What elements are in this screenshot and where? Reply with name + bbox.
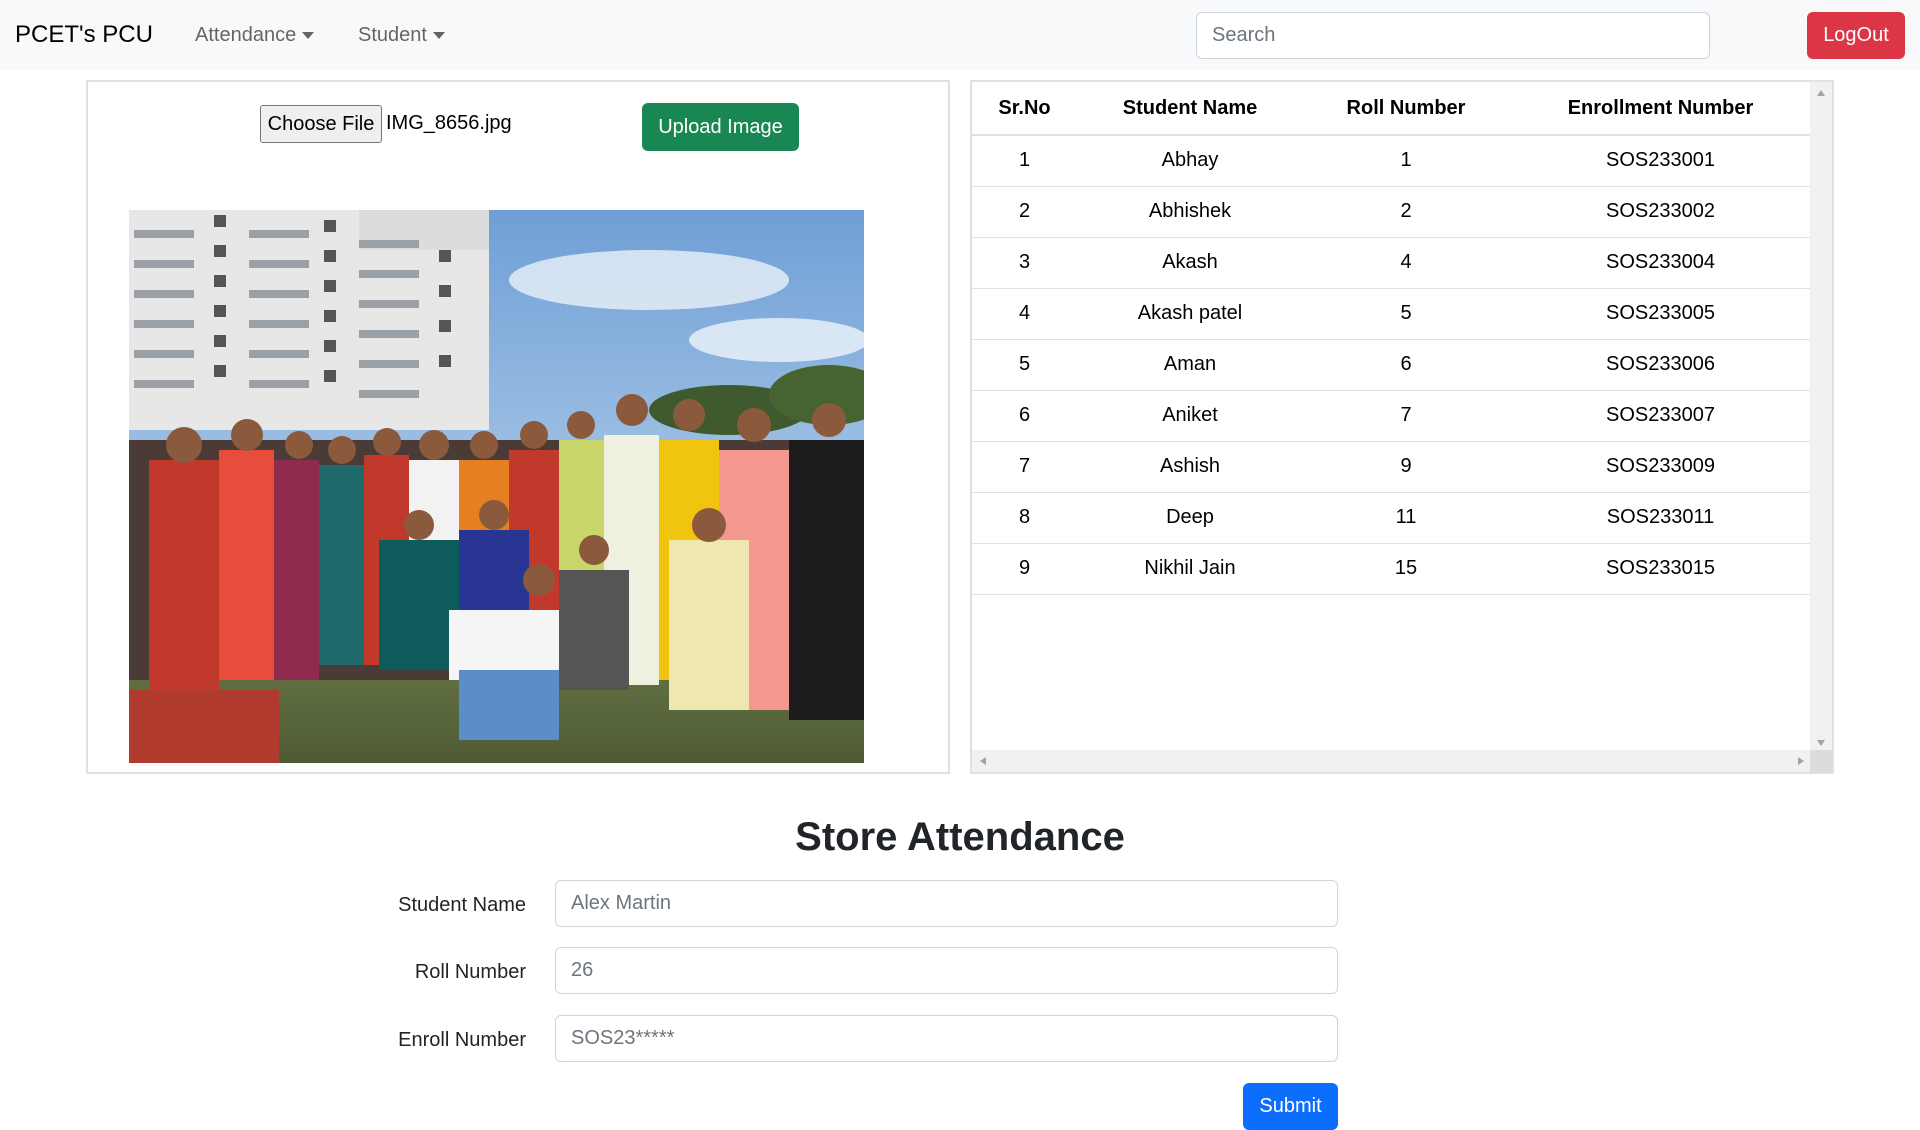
- table-row: 7 Ashish 9 SOS233009: [972, 441, 1812, 493]
- student-table: Sr.No Student Name Roll Number Enrollmen…: [972, 82, 1812, 595]
- table-row: 9 Nikhil Jain 15 SOS233015: [972, 543, 1812, 595]
- cell-sr-no: 3: [972, 237, 1077, 289]
- scroll-up-arrow-icon[interactable]: [1817, 90, 1825, 96]
- vertical-scrollbar[interactable]: [1810, 82, 1832, 754]
- enroll-number-input[interactable]: [555, 1015, 1338, 1062]
- caret-down-icon: [302, 32, 315, 39]
- table-row: 3 Akash 4 SOS233004: [972, 237, 1812, 289]
- student-name-label: Student Name: [398, 894, 526, 916]
- cell-enrollment-number: SOS233015: [1509, 543, 1812, 595]
- cell-student-name: Abhishek: [1077, 186, 1303, 238]
- header-roll-number[interactable]: Roll Number: [1303, 82, 1509, 136]
- header-student-name[interactable]: Student Name: [1077, 82, 1303, 136]
- brand-logo[interactable]: PCET's PCU: [15, 21, 153, 49]
- cell-enrollment-number: SOS233005: [1509, 288, 1812, 340]
- cell-roll-number: 7: [1303, 390, 1509, 442]
- nav-attendance-label: Attendance: [195, 24, 297, 46]
- table-row: 5 Aman 6 SOS233006: [972, 339, 1812, 391]
- scroll-right-arrow-icon[interactable]: [1798, 757, 1804, 765]
- cell-sr-no: 1: [972, 135, 1077, 187]
- cell-sr-no: 2: [972, 186, 1077, 238]
- logout-button[interactable]: LogOut: [1807, 12, 1905, 59]
- header-enrollment-number[interactable]: Enrollment Number: [1509, 82, 1812, 136]
- scrollbar-corner: [1810, 750, 1832, 772]
- cell-enrollment-number: SOS233006: [1509, 339, 1812, 391]
- table-row: 1 Abhay 1 SOS233001: [972, 135, 1812, 187]
- cell-roll-number: 15: [1303, 543, 1509, 595]
- cell-student-name: Akash: [1077, 237, 1303, 289]
- cell-sr-no: 4: [972, 288, 1077, 340]
- cell-roll-number: 4: [1303, 237, 1509, 289]
- cell-roll-number: 5: [1303, 288, 1509, 340]
- cell-enrollment-number: SOS233001: [1509, 135, 1812, 187]
- cell-roll-number: 9: [1303, 441, 1509, 493]
- nav-dropdown-attendance[interactable]: Attendance: [195, 24, 315, 47]
- cell-student-name: Aniket: [1077, 390, 1303, 442]
- cell-student-name: Abhay: [1077, 135, 1303, 187]
- student-name-input[interactable]: [555, 880, 1338, 927]
- roll-number-label: Roll Number: [414, 961, 526, 983]
- cell-roll-number: 2: [1303, 186, 1509, 238]
- roll-number-input[interactable]: [555, 947, 1338, 994]
- scroll-left-arrow-icon[interactable]: [980, 757, 986, 765]
- table-row: 2 Abhishek 2 SOS233002: [972, 186, 1812, 238]
- cell-roll-number: 1: [1303, 135, 1509, 187]
- cell-student-name: Deep: [1077, 492, 1303, 544]
- image-upload-panel: Choose File IMG_8656.jpg Upload Image: [86, 80, 950, 774]
- upload-image-button[interactable]: Upload Image: [642, 103, 799, 151]
- cell-student-name: Nikhil Jain: [1077, 543, 1303, 595]
- cell-enrollment-number: SOS233002: [1509, 186, 1812, 238]
- form-title: Store Attendance: [795, 815, 1125, 859]
- cell-enrollment-number: SOS233009: [1509, 441, 1812, 493]
- cell-sr-no: 8: [972, 492, 1077, 544]
- table-row: 6 Aniket 7 SOS233007: [972, 390, 1812, 442]
- submit-button[interactable]: Submit: [1243, 1083, 1338, 1130]
- cell-roll-number: 6: [1303, 339, 1509, 391]
- header-sr-no[interactable]: Sr.No: [972, 82, 1077, 136]
- group-photo: [129, 210, 864, 763]
- cell-student-name: Ashish: [1077, 441, 1303, 493]
- choose-file-button[interactable]: Choose File: [260, 105, 382, 143]
- cell-sr-no: 5: [972, 339, 1077, 391]
- cell-sr-no: 7: [972, 441, 1077, 493]
- selected-file-name: IMG_8656.jpg: [386, 112, 512, 134]
- cell-enrollment-number: SOS233004: [1509, 237, 1812, 289]
- caret-down-icon: [432, 32, 445, 39]
- student-table-panel: Sr.No Student Name Roll Number Enrollmen…: [970, 80, 1834, 774]
- cell-sr-no: 9: [972, 543, 1077, 595]
- cell-roll-number: 11: [1303, 492, 1509, 544]
- table-row: 4 Akash patel 5 SOS233005: [972, 288, 1812, 340]
- top-navbar: PCET's PCU Attendance Student LogOut: [0, 0, 1920, 70]
- search-input[interactable]: [1196, 12, 1710, 59]
- cell-student-name: Aman: [1077, 339, 1303, 391]
- table-row: 8 Deep 11 SOS233011: [972, 492, 1812, 544]
- enroll-number-label: Enroll Number: [398, 1029, 526, 1051]
- cell-enrollment-number: SOS233011: [1509, 492, 1812, 544]
- cell-enrollment-number: SOS233007: [1509, 390, 1812, 442]
- horizontal-scrollbar[interactable]: [972, 750, 1812, 772]
- nav-dropdown-student[interactable]: Student: [358, 24, 445, 47]
- cell-student-name: Akash patel: [1077, 288, 1303, 340]
- table-header-row: Sr.No Student Name Roll Number Enrollmen…: [972, 82, 1812, 136]
- cell-sr-no: 6: [972, 390, 1077, 442]
- nav-student-label: Student: [358, 24, 427, 46]
- scroll-down-arrow-icon[interactable]: [1817, 740, 1825, 746]
